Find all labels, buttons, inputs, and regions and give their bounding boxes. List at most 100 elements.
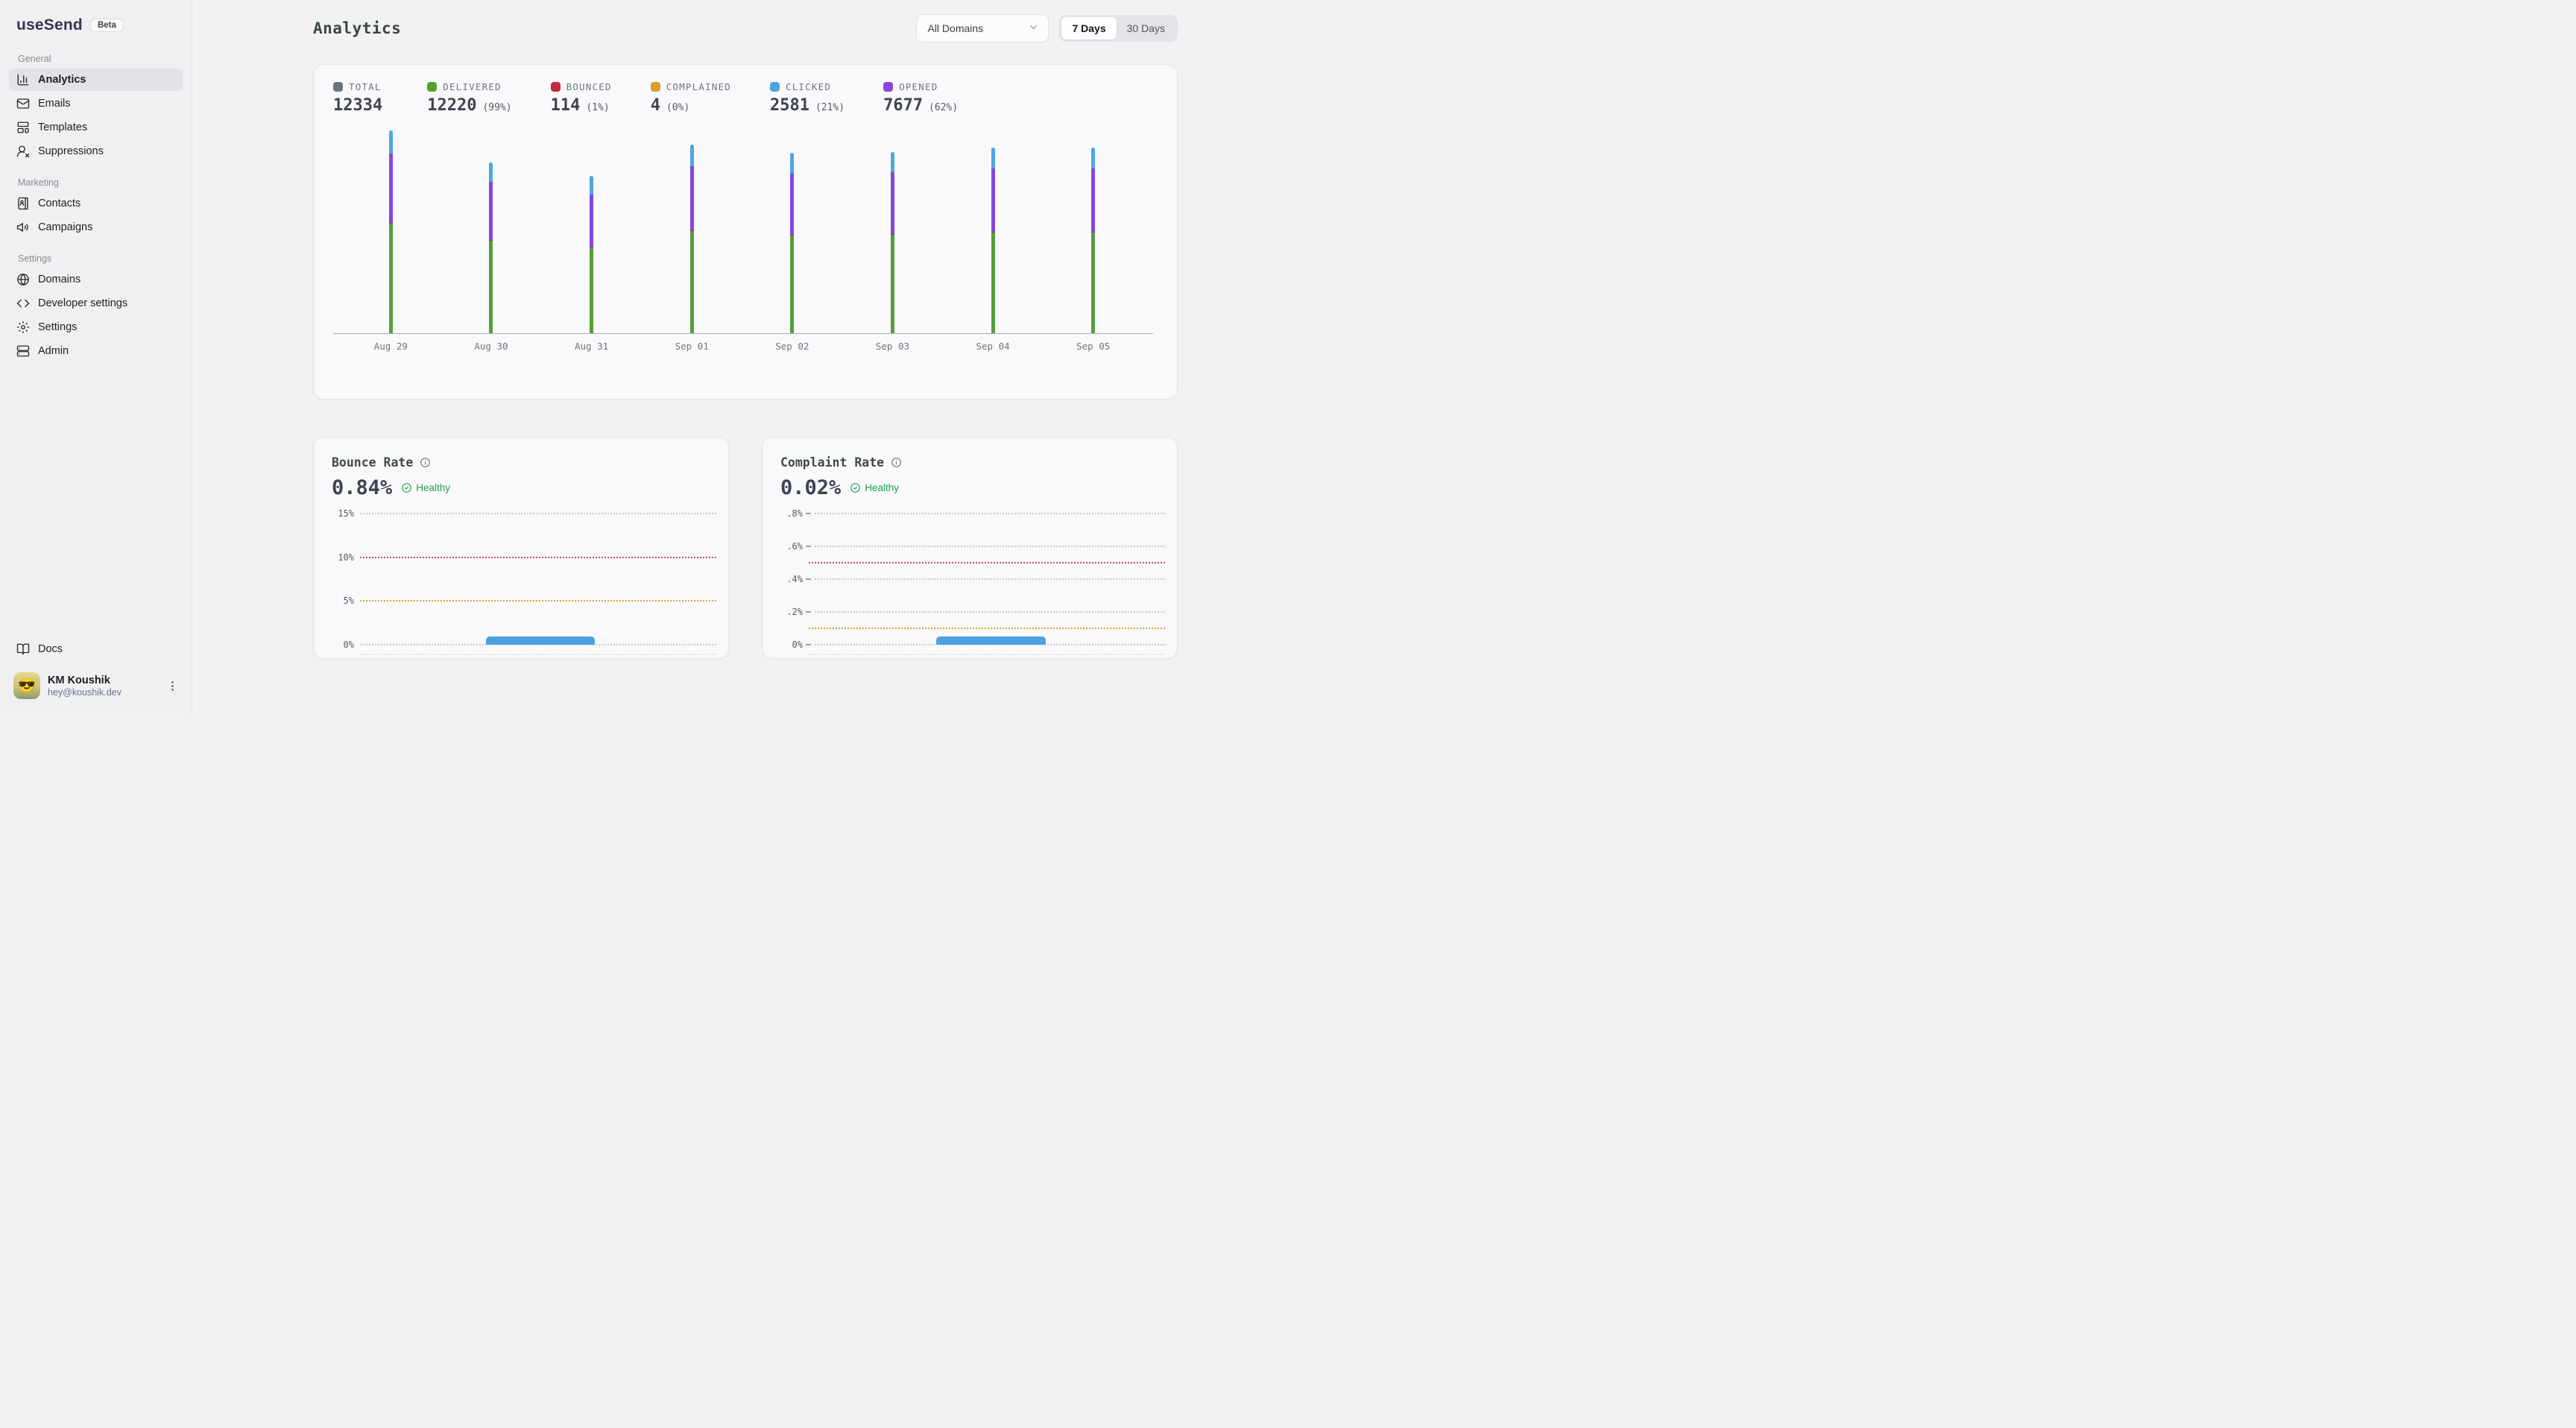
legend-dot [883,82,893,92]
range-option-7-days[interactable]: 7 Days [1061,17,1116,40]
stat-value: 7677 [883,96,923,115]
sidebar-item-contacts[interactable]: Contacts [9,192,183,215]
gridline [329,654,716,655]
bar-segment-delivered [590,248,593,333]
x-axis-line [333,333,1153,334]
main-area: Analytics All Domains 7 Days30 Days TOTA… [192,0,1288,714]
dotted-gridline [809,628,1165,629]
sidebar-item-suppressions[interactable]: Suppressions [9,140,183,162]
gear-icon [16,320,30,334]
layout-template-icon [16,121,30,134]
sidebar-item-label: Settings [38,321,77,333]
bar-sep-01[interactable] [690,145,694,333]
rate-series-area [936,636,1045,645]
sidebar-spacer [0,364,192,636]
globe-icon [16,273,30,286]
sidebar-item-label: Developer settings [38,297,127,309]
dotted-gridline [360,513,716,514]
bar-segment-opened [790,174,794,235]
bar-segment-delivered [891,235,894,333]
y-tick-label: 0% [777,639,803,650]
legend-dot [551,82,561,92]
y-tick-label: .4% [777,574,803,584]
sidebar-item-templates[interactable]: Templates [9,116,183,139]
legend-dot [770,82,780,92]
avatar: 😎 [13,672,40,699]
bar-aug-31[interactable] [590,176,593,333]
bar-sep-05[interactable] [1091,148,1095,333]
sidebar-item-domains[interactable]: Domains [9,268,183,291]
dotted-gridline [815,578,1165,580]
bar-segment-opened [590,195,593,247]
ellipsis-vertical-icon[interactable] [165,680,180,692]
health-badge: Healthy [850,482,899,493]
chevron-down-icon [1028,22,1039,35]
x-axis-label: Aug 29 [374,341,408,352]
stat-value: 2581 [770,96,809,115]
section-label: Marketing [0,177,192,191]
info-icon[interactable] [420,457,431,468]
x-axis-label: Sep 02 [775,341,809,352]
y-tick-label: .6% [777,541,803,552]
legend-dot [427,82,437,92]
date-range-toggle: 7 Days30 Days [1059,15,1178,42]
bounce-rate-chart: 15%10%5%0% [329,514,716,645]
sidebar: useSend Beta GeneralAnalyticsEmailsTempl… [0,0,192,714]
dotted-gridline [360,654,716,655]
bar-sep-02[interactable] [790,153,794,333]
sidebar-item-campaigns[interactable]: Campaigns [9,216,183,238]
complaint-rate-card: Complaint Rate 0.02% Healthy .8%.6%.4%.2… [762,437,1178,659]
bar-aug-29[interactable] [389,130,393,333]
domain-filter-select[interactable]: All Domains [916,14,1049,42]
sidebar-item-admin[interactable]: Admin [9,340,183,362]
bar-segment-clicked [690,145,694,166]
bar-segment-delivered [1091,233,1095,333]
code-icon [16,297,30,310]
info-icon[interactable] [891,457,902,468]
tick-dash [806,546,811,547]
bar-sep-04[interactable] [991,148,995,333]
bar-sep-03[interactable] [891,152,894,333]
sidebar-item-label: Domains [38,274,80,285]
section-label: General [0,54,192,67]
section-label: Settings [0,253,192,267]
bounce-rate-value: 0.84% [332,476,392,499]
health-label: Healthy [416,482,450,493]
stat-label: DELIVERED [443,81,502,92]
dotted-gridline [815,546,1165,547]
app-name: useSend [16,16,83,34]
sidebar-item-docs[interactable]: Docs [9,638,183,660]
user-email: hey@koushik.dev [48,687,157,698]
stat-percent: (1%) [586,102,609,113]
sidebar-item-developer-settings[interactable]: Developer settings [9,292,183,315]
x-axis-label: Aug 31 [575,341,608,352]
gridline--4-: .4% [777,574,1165,584]
x-axis-label: Aug 30 [474,341,508,352]
range-option-30-days[interactable]: 30 Days [1117,17,1175,40]
bar-segment-clicked [991,148,995,168]
y-tick-label: 10% [329,552,354,563]
bounce-rate-card: Bounce Rate 0.84% Healthy 15%10%5%0% [313,437,729,659]
bar-aug-30[interactable] [489,162,493,333]
sidebar-item-analytics[interactable]: Analytics [9,69,183,91]
bar-chart-icon [16,73,30,86]
bar-segment-clicked [1091,148,1095,168]
stat-value: 12334 [333,96,382,115]
sidebar-item-settings[interactable]: Settings [9,316,183,338]
bar-segment-opened [991,168,995,232]
complaint-rate-chart: .8%.6%.4%.2%0% [777,514,1165,645]
user-menu[interactable]: 😎 KM Koushik hey@koushik.dev [0,663,192,714]
tick-dash [806,513,811,514]
dotted-gridline [815,513,1165,514]
stat-percent: (21%) [815,102,845,113]
sidebar-item-emails[interactable]: Emails [9,92,183,115]
x-axis-label: Sep 03 [876,341,909,352]
y-tick-label: .8% [777,508,803,519]
x-axis-label: Sep 05 [1076,341,1110,352]
stat-value: 12220 [427,96,476,115]
bar-segment-clicked [790,153,794,174]
bar-segment-clicked [891,152,894,173]
stat-label: CLICKED [786,81,831,92]
sidebar-item-label: Emails [38,98,71,110]
book-open-icon [16,642,30,656]
